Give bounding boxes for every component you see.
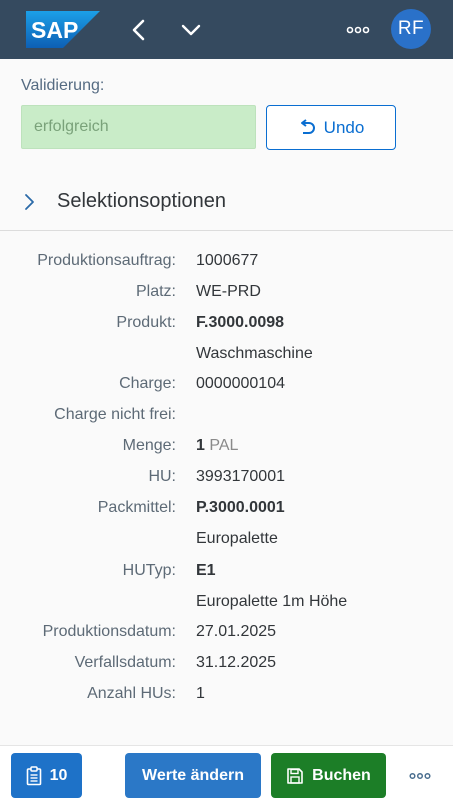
field-value: 1000677 bbox=[196, 252, 259, 269]
field-charge-nicht-frei: Charge nicht frei: bbox=[0, 406, 453, 430]
change-values-label: Werte ändern bbox=[142, 766, 244, 784]
chevron-right-icon bbox=[25, 194, 34, 210]
field-value: 1 bbox=[196, 685, 205, 702]
divider bbox=[0, 230, 453, 231]
more-icon bbox=[409, 772, 431, 780]
field-value: 27.01.2025 bbox=[196, 623, 277, 640]
field-value: 31.12.2025 bbox=[196, 654, 277, 671]
selection-options-toggle[interactable]: Selektionsoptionen bbox=[0, 180, 453, 224]
field-label: Charge nicht frei: bbox=[54, 406, 176, 423]
field-value: 0000000104 bbox=[196, 375, 285, 392]
field-value: P.3000.0001 bbox=[196, 499, 285, 516]
field-value-with-unit: 1 PAL bbox=[196, 437, 238, 455]
field-description: Europalette bbox=[196, 530, 278, 547]
list-count-button[interactable]: 10 bbox=[11, 753, 82, 798]
field-label: Charge: bbox=[119, 375, 176, 392]
navigation-menu-button[interactable] bbox=[173, 12, 209, 48]
field-label: Produktionsdatum: bbox=[42, 623, 176, 640]
field-label: Verfallsdatum: bbox=[74, 654, 176, 671]
field-label: Anzahl HUs: bbox=[87, 685, 176, 702]
footer-toolbar: 10 Werte ändern Buchen bbox=[0, 745, 453, 802]
field-anzahl-hus: Anzahl HUs: 1 bbox=[0, 685, 453, 709]
clipboard-icon bbox=[26, 765, 41, 785]
sap-logo: SAP bbox=[26, 11, 100, 48]
field-label: Produkt: bbox=[116, 314, 176, 331]
field-packmittel: Packmittel: P.3000.0001 bbox=[0, 499, 453, 523]
field-label: HU: bbox=[148, 468, 176, 485]
more-icon bbox=[346, 26, 370, 34]
shell-header: SAP RF bbox=[0, 0, 453, 59]
validation-status-field: erfolgreich bbox=[21, 105, 256, 149]
more-options-button[interactable] bbox=[340, 12, 376, 48]
field-label: HUTyp: bbox=[122, 562, 176, 579]
user-avatar[interactable]: RF bbox=[391, 9, 431, 49]
field-label: Platz: bbox=[135, 283, 176, 300]
field-label: Packmittel: bbox=[97, 499, 176, 516]
quantity-unit: PAL bbox=[209, 437, 239, 454]
field-menge: Menge: 1 PAL bbox=[0, 437, 453, 461]
field-hutyp: HUTyp: E1 bbox=[0, 562, 453, 586]
field-value: WE-PRD bbox=[196, 283, 261, 300]
back-button[interactable] bbox=[121, 12, 157, 48]
chevron-down-icon bbox=[181, 24, 201, 36]
list-count-label: 10 bbox=[49, 766, 68, 784]
field-hutyp-description: Europalette 1m Höhe bbox=[0, 593, 453, 617]
field-label: Menge: bbox=[122, 437, 176, 454]
field-hu: HU: 3993170001 bbox=[0, 468, 453, 492]
field-label: Produktionsauftrag: bbox=[37, 252, 176, 269]
field-produkt-description: Waschmaschine bbox=[0, 345, 453, 369]
quantity-value: 1 bbox=[196, 437, 205, 454]
undo-icon bbox=[300, 118, 315, 134]
field-value: 3993170001 bbox=[196, 468, 285, 485]
field-platz: Platz: WE-PRD bbox=[0, 283, 453, 307]
field-description: Waschmaschine bbox=[196, 345, 313, 362]
undo-button-label: Undo bbox=[323, 117, 365, 137]
field-produktionsauftrag: Produktionsauftrag: 1000677 bbox=[0, 252, 453, 276]
save-icon bbox=[287, 767, 303, 784]
sap-logo-text: SAP bbox=[31, 17, 78, 43]
field-value: F.3000.0098 bbox=[196, 314, 285, 331]
undo-button[interactable]: Undo bbox=[266, 105, 396, 150]
field-packmittel-description: Europalette bbox=[0, 530, 453, 554]
validation-label: Validierung: bbox=[21, 77, 105, 94]
field-value: E1 bbox=[196, 562, 216, 579]
selection-options-title: Selektionsoptionen bbox=[57, 190, 227, 212]
sap-logo-icon: SAP bbox=[26, 11, 100, 48]
post-button[interactable]: Buchen bbox=[271, 753, 386, 798]
field-charge: Charge: 0000000104 bbox=[0, 375, 453, 399]
back-icon bbox=[132, 19, 145, 41]
field-description: Europalette 1m Höhe bbox=[196, 593, 348, 610]
footer-overflow-button[interactable] bbox=[400, 761, 440, 791]
post-label: Buchen bbox=[312, 766, 371, 784]
field-verfallsdatum: Verfallsdatum: 31.12.2025 bbox=[0, 654, 453, 678]
field-produktionsdatum: Produktionsdatum: 27.01.2025 bbox=[0, 623, 453, 647]
change-values-button[interactable]: Werte ändern bbox=[125, 753, 261, 798]
field-produkt: Produkt: F.3000.0098 bbox=[0, 314, 453, 338]
